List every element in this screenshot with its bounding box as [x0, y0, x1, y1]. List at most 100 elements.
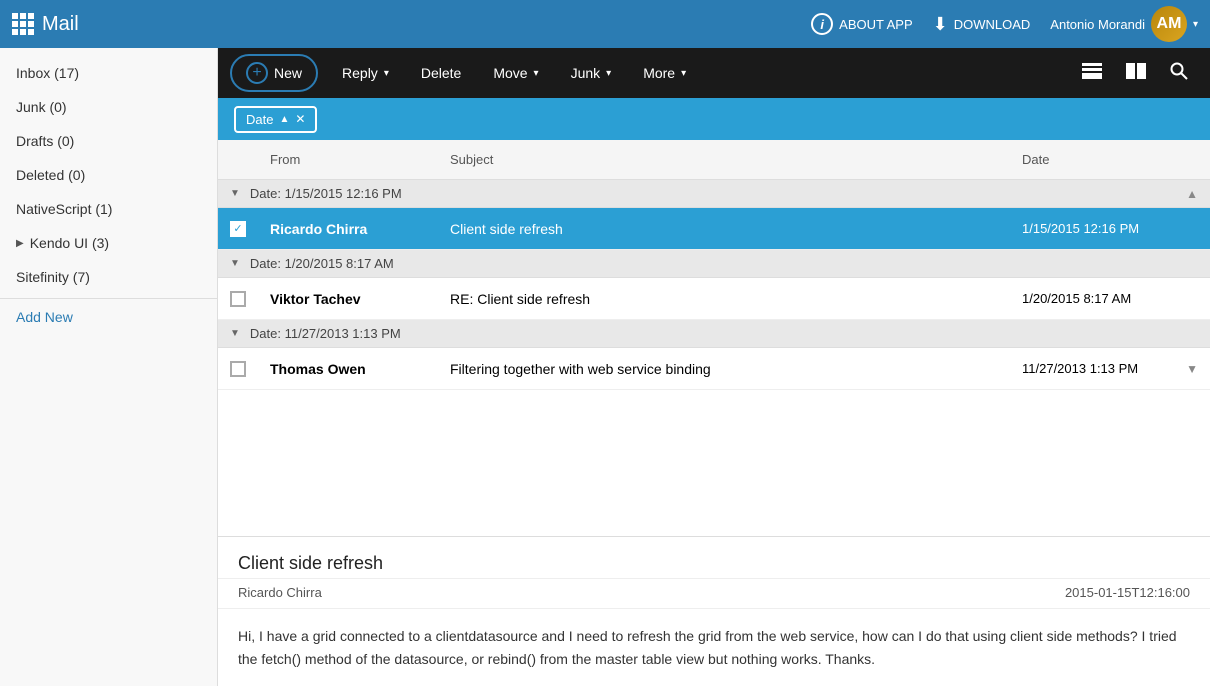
collapse-icon-1: ▼ — [230, 188, 240, 199]
email-checkbox-2[interactable] — [230, 291, 246, 307]
add-new-button[interactable]: Add New — [0, 303, 217, 334]
username-label: Antonio Morandi — [1050, 17, 1145, 32]
email-sender-1: Ricardo Chirra — [258, 213, 438, 245]
search-button[interactable] — [1160, 54, 1198, 93]
table-header: From Subject Date — [218, 140, 1210, 180]
sidebar-item-sitefinity[interactable]: Sitefinity (7) — [0, 260, 217, 294]
new-button[interactable]: + New — [230, 54, 318, 92]
list-view-button[interactable] — [1072, 55, 1112, 92]
main-layout: Inbox (17) Junk (0) Drafts (0) Deleted (… — [0, 48, 1210, 686]
split-view-button[interactable] — [1116, 55, 1156, 92]
preview-meta: Ricardo Chirra 2015-01-15T12:16:00 — [218, 579, 1210, 609]
app-logo: Mail — [12, 13, 79, 36]
checkbox-cell-1: ✓ — [218, 221, 258, 237]
header-subject: Subject — [438, 148, 1010, 171]
sidebar-item-nativescript[interactable]: NativeScript (1) — [0, 192, 217, 226]
more-button[interactable]: More ▾ — [627, 57, 702, 89]
preview-header: Client side refresh — [218, 537, 1210, 579]
user-profile[interactable]: Antonio Morandi AM ▾ — [1050, 6, 1198, 42]
junk-chevron-icon: ▾ — [606, 68, 611, 79]
sidebar-junk-label: Junk (0) — [16, 99, 67, 115]
header-date: Date — [1010, 148, 1210, 171]
more-chevron-icon: ▾ — [681, 68, 686, 79]
email-sender-2: Viktor Tachev — [258, 283, 438, 315]
date-group-header-3[interactable]: ▼ Date: 11/27/2013 1:13 PM — [218, 320, 1210, 348]
preview-from: Ricardo Chirra — [238, 585, 322, 600]
collapse-icon-3: ▼ — [230, 328, 240, 339]
move-label: Move — [493, 65, 527, 81]
sidebar-item-junk[interactable]: Junk (0) — [0, 90, 217, 124]
download-label: DOWNLOAD — [954, 17, 1031, 32]
date-group-label-2: Date: 1/20/2015 8:17 AM — [250, 256, 394, 271]
add-new-label: Add New — [16, 309, 73, 325]
email-date-2: 1/20/2015 8:17 AM — [1010, 283, 1210, 314]
date-group-label-1: Date: 1/15/2015 12:16 PM — [250, 186, 402, 201]
checkbox-cell-2 — [218, 291, 258, 307]
email-checkbox-1[interactable]: ✓ — [230, 221, 246, 237]
date-group-header-2[interactable]: ▼ Date: 1/20/2015 8:17 AM — [218, 250, 1210, 278]
about-app-button[interactable]: i ABOUT APP — [811, 13, 912, 35]
delete-button[interactable]: Delete — [405, 57, 477, 89]
reply-chevron-icon: ▾ — [384, 68, 389, 79]
scroll-up-icon-1: ▲ — [1186, 187, 1198, 201]
sidebar-divider — [0, 298, 217, 299]
scroll-down-icon: ▼ — [1186, 362, 1198, 376]
reply-button[interactable]: Reply ▾ — [326, 57, 405, 89]
avatar: AM — [1151, 6, 1187, 42]
toolbar-right — [1072, 54, 1198, 93]
chevron-down-icon: ▾ — [1193, 19, 1198, 30]
close-filter-icon[interactable]: ✕ — [295, 112, 305, 126]
info-icon: i — [811, 13, 833, 35]
app-title: Mail — [42, 13, 79, 36]
split-icon — [1126, 63, 1146, 79]
filter-bar: Date ▲ ✕ — [218, 98, 1210, 140]
list-icon — [1082, 63, 1102, 79]
preview-pane: Client side refresh Ricardo Chirra 2015-… — [218, 536, 1210, 686]
sidebar-sitefinity-label: Sitefinity (7) — [16, 269, 90, 285]
email-date-3: 11/27/2013 1:13 PM▼ — [1010, 353, 1210, 384]
sidebar-drafts-label: Drafts (0) — [16, 133, 74, 149]
sidebar-deleted-label: Deleted (0) — [16, 167, 85, 183]
sidebar-item-kendo[interactable]: ▶ Kendo UI (3) — [0, 226, 217, 260]
more-label: More — [643, 65, 675, 81]
expand-icon: ▶ — [16, 238, 24, 249]
about-app-label: ABOUT APP — [839, 17, 912, 32]
email-row-2[interactable]: Viktor Tachev RE: Client side refresh 1/… — [218, 278, 1210, 320]
sidebar-nativescript-label: NativeScript (1) — [16, 201, 112, 217]
collapse-icon-2: ▼ — [230, 258, 240, 269]
check-mark-1: ✓ — [233, 222, 242, 235]
sidebar: Inbox (17) Junk (0) Drafts (0) Deleted (… — [0, 48, 218, 686]
checkbox-cell-3 — [218, 361, 258, 377]
email-subject-1: Client side refresh — [438, 213, 1010, 245]
move-button[interactable]: Move ▾ — [477, 57, 554, 89]
top-bar-right: i ABOUT APP ⬇ DOWNLOAD Antonio Morandi A… — [811, 6, 1198, 42]
header-checkbox-col — [218, 148, 258, 171]
grid-icon — [12, 13, 34, 35]
email-row-1[interactable]: ✓ Ricardo Chirra Client side refresh 1/1… — [218, 208, 1210, 250]
date-group-label-3: Date: 11/27/2013 1:13 PM — [250, 326, 401, 341]
header-from: From — [258, 148, 438, 171]
preview-date: 2015-01-15T12:16:00 — [1065, 585, 1190, 600]
top-bar: Mail i ABOUT APP ⬇ DOWNLOAD Antonio Mora… — [0, 0, 1210, 48]
junk-button[interactable]: Junk ▾ — [555, 57, 628, 89]
sidebar-item-drafts[interactable]: Drafts (0) — [0, 124, 217, 158]
sidebar-inbox-label: Inbox (17) — [16, 65, 79, 81]
email-list: From Subject Date ▼ Date: 1/15/2015 12:1… — [218, 140, 1210, 536]
date-filter-tag[interactable]: Date ▲ ✕ — [234, 106, 317, 133]
email-subject-2: RE: Client side refresh — [438, 283, 1010, 315]
email-subject-3: Filtering together with web service bind… — [438, 353, 1010, 385]
sidebar-kendo-label: Kendo UI (3) — [30, 235, 109, 251]
email-checkbox-3[interactable] — [230, 361, 246, 377]
reply-label: Reply — [342, 65, 378, 81]
date-filter-label: Date — [246, 112, 273, 127]
download-button[interactable]: ⬇ DOWNLOAD — [933, 14, 1031, 35]
delete-label: Delete — [421, 65, 461, 81]
sidebar-item-deleted[interactable]: Deleted (0) — [0, 158, 217, 192]
move-chevron-icon: ▾ — [534, 68, 539, 79]
sidebar-item-inbox[interactable]: Inbox (17) — [0, 56, 217, 90]
email-row-3[interactable]: Thomas Owen Filtering together with web … — [218, 348, 1210, 390]
sort-up-icon: ▲ — [279, 114, 289, 125]
date-group-header-1[interactable]: ▼ Date: 1/15/2015 12:16 PM ▲ — [218, 180, 1210, 208]
junk-label: Junk — [571, 65, 601, 81]
download-icon: ⬇ — [933, 14, 948, 35]
